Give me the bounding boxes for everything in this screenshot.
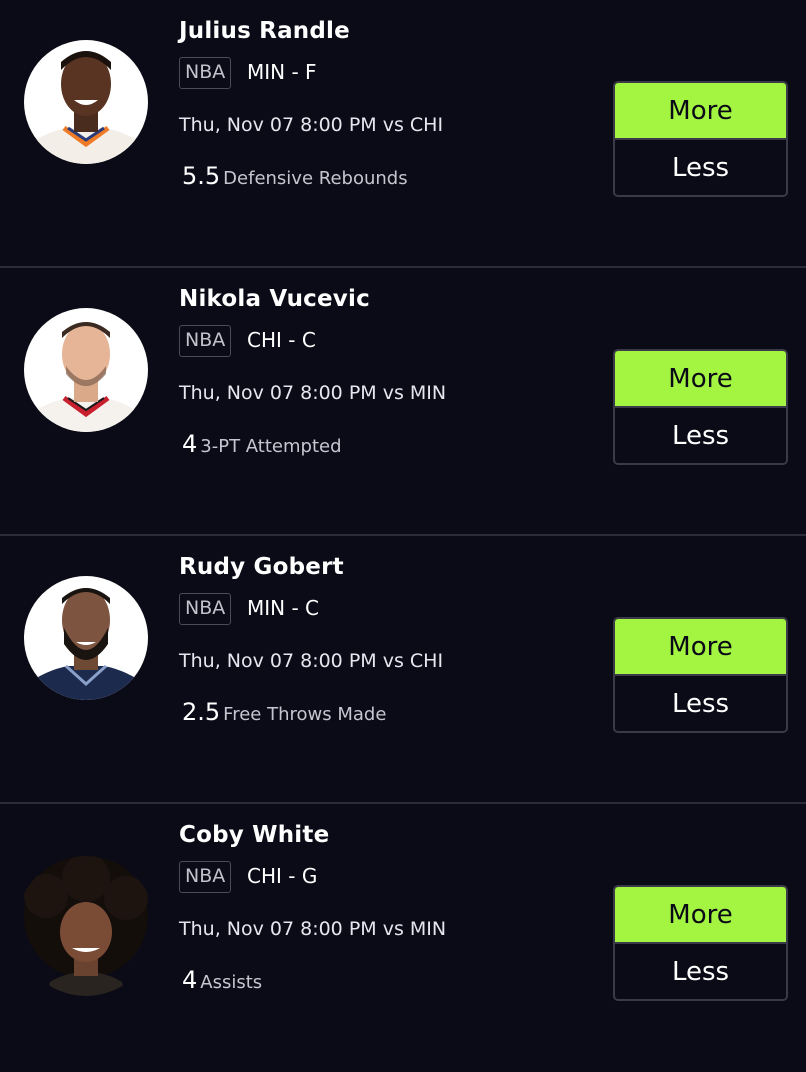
line-value: 5.5 bbox=[182, 162, 221, 190]
less-button[interactable]: Less bbox=[615, 408, 786, 463]
less-button[interactable]: Less bbox=[615, 676, 786, 731]
stat-type: 3-PT Attempted bbox=[200, 436, 342, 457]
less-button[interactable]: Less bbox=[615, 944, 786, 999]
pick-card: Rudy Gobert NBA MIN - C Thu, Nov 07 8:00… bbox=[0, 536, 806, 804]
more-button[interactable]: More bbox=[615, 83, 786, 140]
pick-card: Julius Randle NBA MIN - F Thu, Nov 07 8:… bbox=[0, 0, 806, 268]
line-value: 2.5 bbox=[182, 698, 221, 726]
team-position: CHI - G bbox=[247, 864, 318, 888]
game-time: Thu, Nov 07 8:00 PM vs CHI bbox=[179, 114, 444, 136]
team-position: MIN - F bbox=[247, 60, 317, 84]
line-value: 4 bbox=[182, 430, 198, 458]
more-less-selector: More Less bbox=[613, 885, 788, 1001]
pick-card: Coby White NBA CHI - G Thu, Nov 07 8:00 … bbox=[0, 804, 806, 1072]
league-badge: NBA bbox=[179, 593, 232, 625]
game-time: Thu, Nov 07 8:00 PM vs MIN bbox=[179, 382, 447, 404]
league-badge: NBA bbox=[179, 325, 232, 357]
player-avatar bbox=[24, 576, 148, 700]
more-less-selector: More Less bbox=[613, 81, 788, 197]
line-value: 4 bbox=[182, 966, 198, 994]
player-avatar bbox=[24, 40, 148, 164]
more-button[interactable]: More bbox=[615, 887, 786, 944]
player-avatar bbox=[24, 308, 148, 432]
team-position: CHI - C bbox=[247, 328, 316, 352]
less-button[interactable]: Less bbox=[615, 140, 786, 195]
player-name: Coby White bbox=[179, 822, 330, 848]
league-badge: NBA bbox=[179, 861, 232, 893]
player-name: Rudy Gobert bbox=[179, 554, 344, 580]
prop-line: 5.5 Defensive Rebounds bbox=[182, 162, 408, 190]
prop-line: 4 3-PT Attempted bbox=[182, 430, 342, 458]
more-button[interactable]: More bbox=[615, 351, 786, 408]
more-less-selector: More Less bbox=[613, 349, 788, 465]
league-badge: NBA bbox=[179, 57, 232, 89]
pick-card: Nikola Vucevic NBA CHI - C Thu, Nov 07 8… bbox=[0, 268, 806, 536]
player-avatar bbox=[16, 856, 156, 996]
game-time: Thu, Nov 07 8:00 PM vs CHI bbox=[179, 650, 444, 672]
more-less-selector: More Less bbox=[613, 617, 788, 733]
game-time: Thu, Nov 07 8:00 PM vs MIN bbox=[179, 918, 447, 940]
team-position: MIN - C bbox=[247, 596, 320, 620]
prop-line: 2.5 Free Throws Made bbox=[182, 698, 386, 726]
player-name: Nikola Vucevic bbox=[179, 286, 370, 312]
stat-type: Defensive Rebounds bbox=[223, 168, 408, 189]
player-name: Julius Randle bbox=[179, 18, 350, 44]
stat-type: Assists bbox=[200, 972, 263, 993]
more-button[interactable]: More bbox=[615, 619, 786, 676]
stat-type: Free Throws Made bbox=[223, 704, 387, 725]
prop-line: 4 Assists bbox=[182, 966, 262, 994]
